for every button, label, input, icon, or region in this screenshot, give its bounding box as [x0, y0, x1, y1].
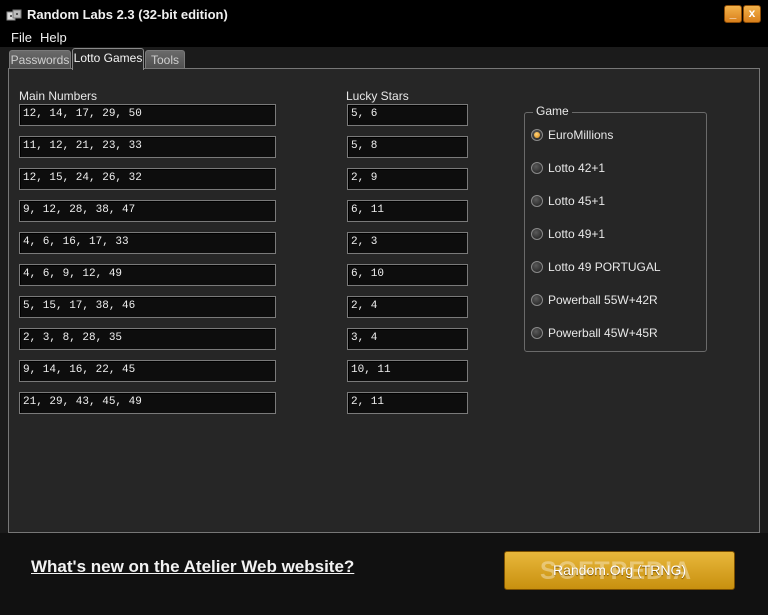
lucky-stars-field[interactable]: 2, 4: [347, 296, 468, 318]
close-button[interactable]: x: [743, 5, 761, 23]
lucky-stars-field[interactable]: 3, 4: [347, 328, 468, 350]
radio-button[interactable]: [531, 261, 543, 273]
main-numbers-field[interactable]: 9, 12, 28, 38, 47: [19, 200, 276, 222]
lucky-stars-field[interactable]: 5, 6: [347, 104, 468, 126]
menu-bar: File Help: [0, 29, 768, 47]
main-numbers-field[interactable]: 21, 29, 43, 45, 49: [19, 392, 276, 414]
lucky-stars-field[interactable]: 6, 10: [347, 264, 468, 286]
window-title: Random Labs 2.3 (32-bit edition): [27, 7, 228, 22]
random-org-trng-button[interactable]: Random.Org (TRNG): [504, 551, 735, 590]
radio-button[interactable]: [531, 162, 543, 174]
game-option-label: EuroMillions: [548, 128, 614, 142]
lucky-stars-field[interactable]: 5, 8: [347, 136, 468, 158]
main-numbers-label: Main Numbers: [19, 89, 98, 103]
lucky-stars-field[interactable]: 10, 11: [347, 360, 468, 382]
game-option-label: Lotto 42+1: [548, 161, 606, 175]
main-numbers-field[interactable]: 12, 15, 24, 26, 32: [19, 168, 276, 190]
tab-passwords[interactable]: Passwords: [9, 50, 71, 70]
menu-help[interactable]: Help: [40, 30, 67, 45]
main-numbers-field[interactable]: 5, 15, 17, 38, 46: [19, 296, 276, 318]
game-option-label: Lotto 49 PORTUGAL: [548, 260, 661, 274]
lucky-stars-label: Lucky Stars: [346, 89, 409, 103]
minimize-button[interactable]: _: [724, 5, 742, 23]
main-numbers-field[interactable]: 12, 14, 17, 29, 50: [19, 104, 276, 126]
game-group-title: Game: [533, 104, 572, 118]
game-option-label: Powerball 55W+42R: [548, 293, 658, 307]
main-numbers-field[interactable]: 4, 6, 16, 17, 33: [19, 232, 276, 254]
lucky-stars-field[interactable]: 6, 11: [347, 200, 468, 222]
tab-lotto-games[interactable]: Lotto Games: [72, 48, 144, 70]
game-option-label: Powerball 45W+45R: [548, 326, 658, 340]
game-option-label: Lotto 49+1: [548, 227, 606, 241]
main-numbers-field[interactable]: 9, 14, 16, 22, 45: [19, 360, 276, 382]
main-numbers-field[interactable]: 4, 6, 9, 12, 49: [19, 264, 276, 286]
menu-file[interactable]: File: [11, 30, 32, 45]
radio-button[interactable]: [531, 327, 543, 339]
whats-new-link[interactable]: What's new on the Atelier Web website?: [31, 557, 354, 577]
lucky-stars-field[interactable]: 2, 3: [347, 232, 468, 254]
radio-button[interactable]: [531, 195, 543, 207]
game-option-label: Lotto 45+1: [548, 194, 606, 208]
title-bar: Random Labs 2.3 (32-bit edition) _ x: [0, 0, 768, 29]
lucky-stars-field[interactable]: 2, 9: [347, 168, 468, 190]
main-numbers-field[interactable]: 11, 12, 21, 23, 33: [19, 136, 276, 158]
dice-app-icon: [6, 9, 22, 21]
lucky-stars-field[interactable]: 2, 11: [347, 392, 468, 414]
tab-tools[interactable]: Tools: [145, 50, 185, 70]
main-numbers-field[interactable]: 2, 3, 8, 28, 35: [19, 328, 276, 350]
radio-button[interactable]: [531, 294, 543, 306]
radio-button[interactable]: [531, 228, 543, 240]
radio-button[interactable]: [531, 129, 543, 141]
